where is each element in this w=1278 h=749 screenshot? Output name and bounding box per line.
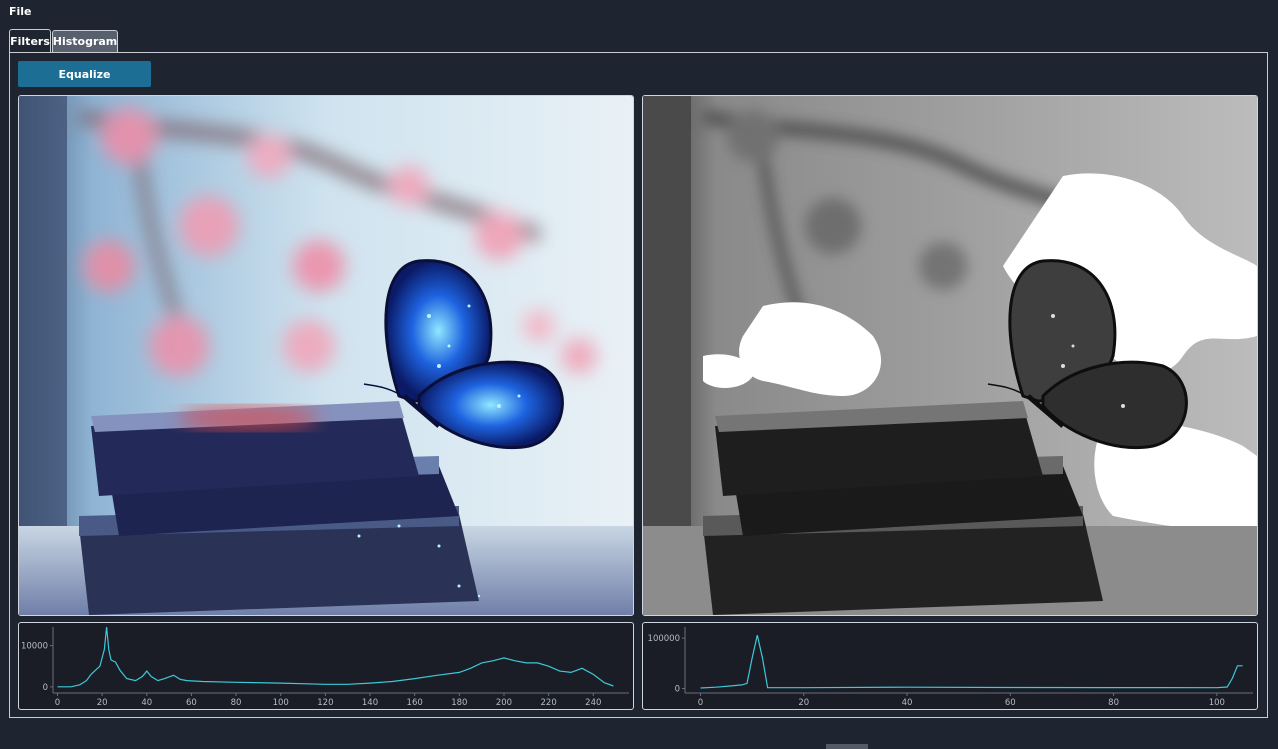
tab-filters[interactable]: Filters [9, 29, 51, 53]
equalized-histogram: 0 20 40 60 80 100 0 100000 [642, 622, 1258, 710]
x-tick-label: 20 [97, 698, 108, 708]
menu-file[interactable]: File [9, 5, 32, 18]
x-tick-label: 100 [273, 698, 289, 708]
x-tick-label: 240 [585, 698, 601, 708]
x-tick-label: 60 [1005, 698, 1016, 708]
x-tick-label: 0 [55, 698, 60, 708]
y-tick-label: 0 [675, 684, 680, 694]
equalized-histogram-plot: 0 20 40 60 80 100 0 100000 [648, 627, 1253, 708]
x-tick-label: 180 [451, 698, 467, 708]
original-histogram-plot: 0204060801001201401601802002202402010000 [21, 626, 629, 708]
x-tick-label: 80 [1108, 698, 1119, 708]
x-tick-label: 60 [186, 698, 197, 708]
original-histogram: 0204060801001201401601802002202402010000 [18, 622, 634, 710]
equalize-button[interactable]: Equalize [18, 61, 151, 87]
x-tick-label: 200 [496, 698, 512, 708]
status-grip[interactable] [826, 744, 868, 749]
x-tick-label: 120 [317, 698, 333, 708]
x-tick-label: 0 [698, 698, 703, 708]
x-tick-label: 20 [798, 698, 809, 708]
y-tick-label: 10000 [21, 642, 48, 652]
x-tick-label: 80 [231, 698, 242, 708]
x-tick-label: 220 [541, 698, 557, 708]
menu-bar: File [0, 0, 1278, 24]
x-tick-label: 100 [1209, 698, 1225, 708]
x-tick-label: 160 [407, 698, 423, 708]
original-image [19, 96, 633, 615]
status-bar [0, 726, 1278, 749]
equalized-image-view [642, 95, 1258, 616]
filters-panel: Equalize 0 20 40 60 80 100 120 140 160 1… [9, 52, 1268, 718]
y-tick-label: 100000 [648, 634, 680, 644]
x-tick-label: 40 [141, 698, 152, 708]
tab-histogram[interactable]: Histogram [52, 30, 118, 52]
histogram-series-line [700, 634, 1243, 689]
x-tick-label: 40 [902, 698, 913, 708]
x-tick-label: 140 [362, 698, 378, 708]
histogram-series-line [57, 626, 614, 688]
equalized-image [643, 96, 1257, 615]
y-tick-label: 0 [43, 683, 48, 693]
original-image-view [18, 95, 634, 616]
